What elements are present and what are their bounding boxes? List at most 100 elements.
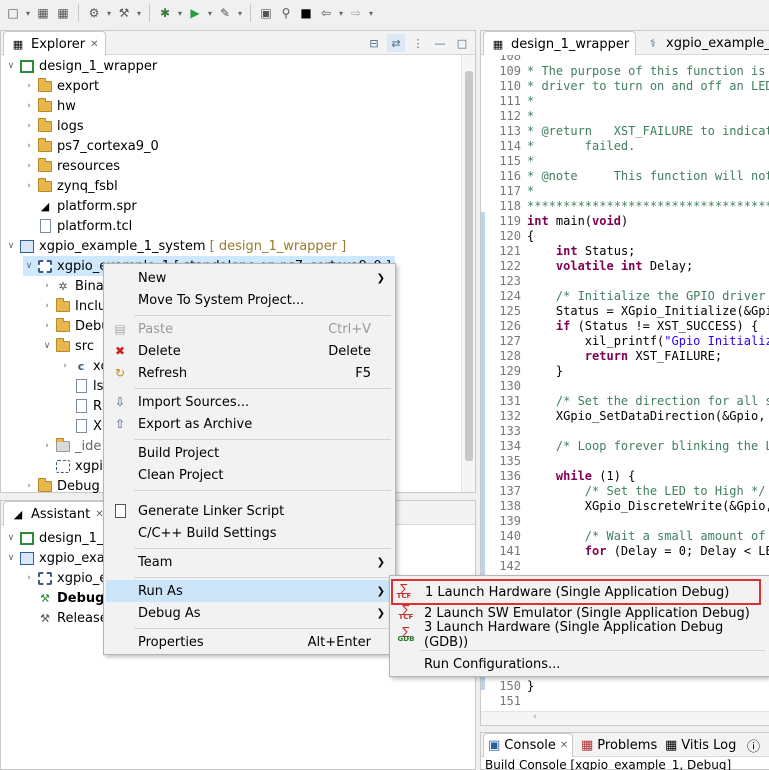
tab-console[interactable]: ▣ Console ✕ [483, 733, 574, 757]
menu-item-refresh[interactable]: ↻ Refresh F5 [106, 362, 393, 384]
search-icon[interactable]: ⚲ [277, 4, 295, 22]
tree-item[interactable]: platform.tcl [23, 216, 132, 236]
chevron-down-icon[interactable]: ▾ [206, 9, 214, 18]
chevron-right-icon[interactable]: › [23, 161, 35, 171]
menu-item-paste[interactable]: ▤ Paste Ctrl+V [106, 318, 393, 340]
tree-item[interactable]: ∨ xgpio_example_1_system [ design_1_wrapp… [5, 236, 347, 256]
menu-item-delete[interactable]: ✖ Delete Delete [106, 340, 393, 362]
tab-design-1-wrapper[interactable]: ▦ design_1_wrapper [483, 31, 637, 56]
save-icon[interactable]: ▦ [34, 4, 52, 22]
tree-item[interactable]: › c xc [59, 356, 107, 376]
chevron-down-icon[interactable]: ∨ [41, 341, 53, 351]
tools-icon[interactable]: ✎ [216, 4, 234, 22]
chevron-down-icon[interactable]: ∨ [23, 261, 35, 271]
tree-item[interactable]: › export [23, 76, 99, 96]
tree-item[interactable]: › resources [23, 156, 120, 176]
chevron-down-icon[interactable]: ∨ [5, 533, 17, 543]
tree-item[interactable]: › zynq_fsbl [23, 176, 118, 196]
menu-item-move-to-system-project[interactable]: Move To System Project... [106, 289, 393, 311]
chevron-down-icon[interactable]: ▾ [176, 9, 184, 18]
tree-item[interactable]: › hw [23, 96, 76, 116]
menu-item-new[interactable]: New ❯ [106, 267, 393, 289]
close-icon[interactable]: ✕ [90, 39, 98, 50]
chevron-down-icon[interactable]: ∨ [5, 241, 17, 251]
hammer-icon[interactable]: ⚒ [115, 4, 133, 22]
menu-item-import-sources[interactable]: ⇩ Import Sources... [106, 391, 393, 413]
chevron-right-icon[interactable]: › [59, 361, 71, 371]
chevron-down-icon[interactable]: ▾ [135, 9, 143, 18]
chevron-right-icon[interactable]: › [23, 181, 35, 191]
info-icon[interactable]: ⓘ [743, 733, 764, 757]
tree-item[interactable]: › logs [23, 116, 84, 136]
chevron-right-icon[interactable]: › [23, 481, 35, 491]
link-editor-icon[interactable]: ⇄ [387, 34, 405, 52]
new-icon[interactable]: □ [4, 4, 22, 22]
console-icon[interactable]: ■ [297, 4, 315, 22]
tree-item[interactable]: ∨ design_1_w [5, 528, 114, 548]
tree-item[interactable]: › xgpio_e [23, 568, 107, 588]
menu-item-build-settings[interactable]: C/C++ Build Settings [106, 522, 393, 544]
chevron-right-icon[interactable]: › [41, 281, 53, 291]
chevron-down-icon[interactable]: ∨ [5, 61, 17, 71]
tab-problems[interactable]: ▦ Problems [577, 733, 661, 757]
tree-item[interactable]: ⚒ Debug [23, 588, 104, 608]
terminal-icon[interactable]: ▣ [257, 4, 275, 22]
chevron-down-icon[interactable]: ∨ [5, 553, 17, 563]
debug-icon[interactable]: ✱ [156, 4, 174, 22]
menu-item-build-project[interactable]: Build Project [106, 442, 393, 464]
menu-item-debug-as[interactable]: Debug As ❯ [106, 602, 393, 624]
chevron-right-icon[interactable]: › [23, 101, 35, 111]
tab-xgpio-example[interactable]: ⚕ xgpio_example_1_s [639, 31, 769, 55]
tree-item[interactable]: › Inclu [41, 296, 106, 316]
tab-vitis-log[interactable]: ▦ Vitis Log [661, 733, 740, 757]
tree-item[interactable]: › _ide [41, 436, 101, 456]
tree-item[interactable]: › Debu [41, 316, 110, 336]
filter-icon[interactable]: ⋮ [409, 34, 427, 52]
collapse-all-icon[interactable]: ⊟ [365, 34, 383, 52]
menu-item-team[interactable]: Team ❯ [106, 551, 393, 573]
forward-icon[interactable]: ⇨ [347, 4, 365, 22]
run-icon[interactable]: ▶ [186, 4, 204, 22]
explorer-scrollbar[interactable] [461, 55, 475, 492]
chevron-right-icon[interactable]: › [23, 81, 35, 91]
tree-item[interactable]: Xi [59, 416, 106, 436]
tab-explorer[interactable]: ▦ Explorer ✕ [3, 31, 106, 56]
menu-item-generate-linker-script[interactable]: Generate Linker Script [106, 500, 393, 522]
chevron-down-icon[interactable]: ▾ [337, 9, 345, 18]
build-icon[interactable]: ⚙ [85, 4, 103, 22]
chevron-down-icon[interactable]: ▾ [367, 9, 375, 18]
chevron-right-icon[interactable]: › [23, 141, 35, 151]
chevron-right-icon[interactable]: › [23, 573, 35, 583]
chevron-right-icon[interactable]: › [41, 321, 53, 331]
chevron-right-icon[interactable]: › [41, 301, 53, 311]
editor-hscrollbar[interactable]: ‹ [481, 711, 769, 725]
save-all-icon[interactable]: ▦ [54, 4, 72, 22]
tree-item[interactable]: ∨ design_1_wrapper [5, 56, 157, 76]
menu-item-run-as[interactable]: Run As ❯ [106, 580, 393, 602]
menu-item-properties[interactable]: Properties Alt+Enter [106, 631, 393, 653]
tab-assistant[interactable]: ◢ Assistant ✕ [3, 501, 111, 526]
chevron-right-icon[interactable]: › [23, 121, 35, 131]
chevron-down-icon[interactable]: ▾ [24, 9, 32, 18]
tree-item[interactable]: › Debug [23, 476, 100, 496]
chevron-down-icon[interactable]: ▾ [105, 9, 113, 18]
tree-item[interactable]: ◢ platform.spr [23, 196, 137, 216]
minimize-icon[interactable]: — [431, 34, 449, 52]
tree-item[interactable]: ⚒ Release [23, 608, 108, 628]
menu-item-run-configurations[interactable]: Run Configurations... [392, 653, 767, 675]
tree-item[interactable]: xgpi [41, 456, 103, 476]
tree-item[interactable]: ∨ src [41, 336, 94, 356]
chevron-right-icon[interactable]: › [41, 441, 53, 451]
chevron-down-icon[interactable]: ▾ [236, 9, 244, 18]
toolbar-divider [78, 4, 79, 22]
menu-item-export-archive[interactable]: ⇧ Export as Archive [106, 413, 393, 435]
tree-item[interactable]: ∨ xgpio_exa [5, 548, 105, 568]
tree-item[interactable]: › ps7_cortexa9_0 [23, 136, 159, 156]
menu-item-clean-project[interactable]: Clean Project [106, 464, 393, 486]
close-icon[interactable]: ✕ [560, 740, 568, 751]
scrollbar-thumb[interactable] [465, 71, 473, 461]
menu-item-launch-hardware-gdb[interactable]: ∑ GDB 3 Launch Hardware (Single Applicati… [392, 620, 767, 650]
back-icon[interactable]: ⇦ [317, 4, 335, 22]
maximize-icon[interactable]: □ [453, 34, 471, 52]
tree-item[interactable]: › ✲ Binar [41, 276, 109, 296]
